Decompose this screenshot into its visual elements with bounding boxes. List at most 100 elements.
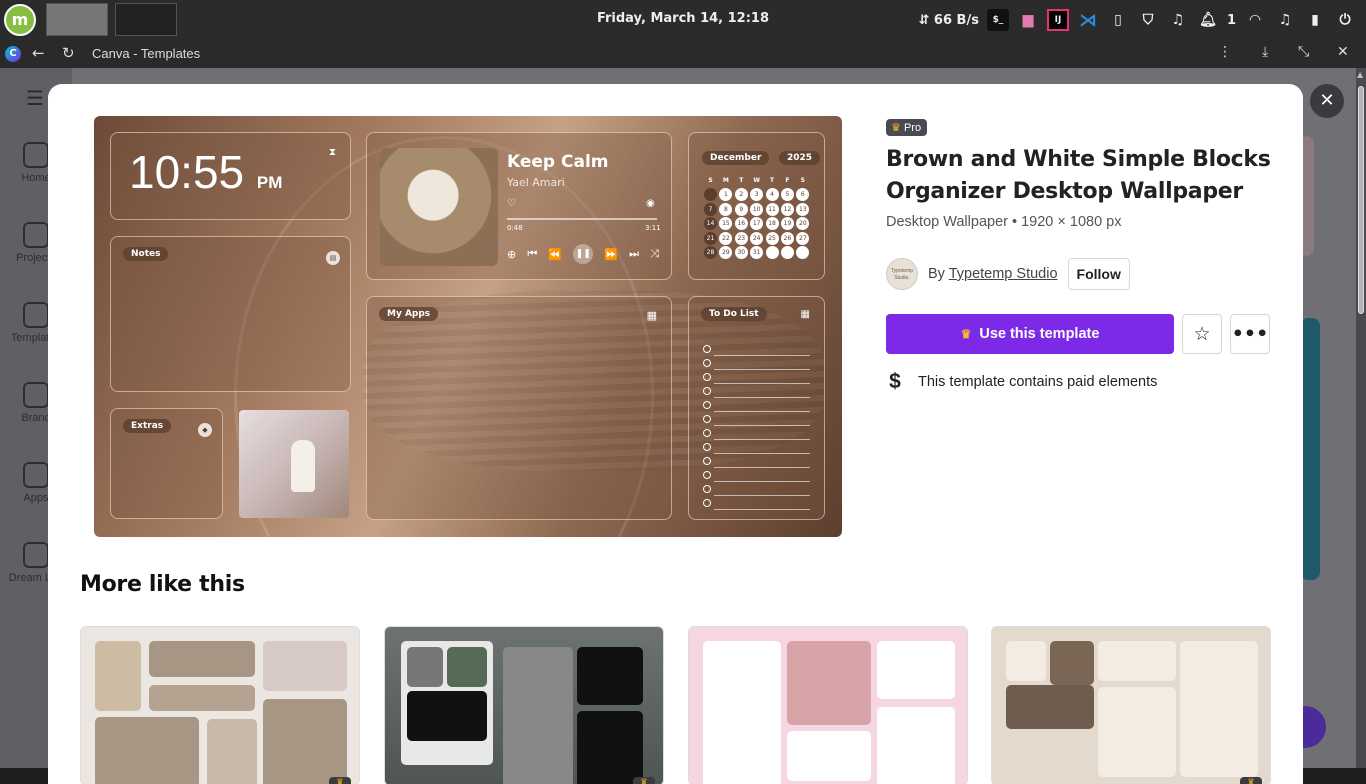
calendar-day: 18 [765, 217, 779, 231]
use-template-button[interactable]: ♛ Use this template [886, 314, 1174, 354]
crown-icon: ♛ [891, 122, 901, 134]
pause-icon: ❚❚ [573, 244, 594, 264]
back-icon[interactable]: ← [32, 44, 45, 62]
restore-icon[interactable]: ⤡ [1298, 44, 1309, 60]
preview-song-title: Keep Calm [507, 152, 609, 172]
calendar-day: 15 [719, 217, 733, 231]
calendar-day: 9 [734, 202, 748, 216]
preview-calendar-grid: S M T W T F S 1 2 3 4 5 6 7 8 9 10 11 12 13 14 15 16 17 18 19 20 21… [704, 174, 812, 259]
preview-player-controls: ⊕ ⏮ ⏪ ❚❚ ⏩ ⏭ ⤨ [507, 244, 659, 264]
author-row: Typetemp Studio. By Typetemp Studio Foll… [886, 258, 1286, 290]
calendar-day: 11 [765, 202, 779, 216]
calendar-day: 29 [719, 245, 733, 259]
pro-crown-icon: ♛ [633, 777, 655, 784]
preview-headphones-photo [380, 148, 498, 266]
close-modal-button[interactable]: ✕ [1310, 84, 1344, 118]
calendar-day: 21 [704, 231, 717, 245]
calendar-day: 7 [704, 202, 717, 216]
dream-lab-icon [23, 542, 49, 568]
skip-forward-icon: ⏭ [629, 247, 640, 260]
dollar-icon: $ [889, 370, 901, 393]
todo-line [703, 398, 810, 412]
preview-photo [239, 410, 349, 518]
calendar-weekday: S [800, 177, 805, 184]
calendar-day: 2 [734, 188, 748, 202]
preview-year: 2025 [779, 151, 821, 165]
calendar-weekday: T [770, 177, 775, 184]
preview-elapsed: 0:48 [507, 224, 523, 232]
wifi-icon[interactable]: ◠ [1244, 9, 1266, 31]
todo-line [703, 440, 810, 454]
fast-forward-icon: ⏩ [604, 247, 619, 261]
terminal-icon[interactable]: $_ [986, 9, 1009, 31]
preview-ampm: PM [256, 173, 283, 192]
follow-button[interactable]: Follow [1067, 258, 1130, 290]
scrollbar-thumb[interactable] [1358, 86, 1364, 314]
hamburger-icon[interactable]: ☰ [26, 86, 44, 110]
notification-count: 1 [1226, 12, 1236, 28]
clipboard-icon[interactable]: ▯ [1107, 9, 1129, 31]
pro-crown-icon: ♛ [1240, 777, 1262, 784]
calendar-day: 26 [780, 231, 794, 245]
related-template-card[interactable] [688, 626, 968, 784]
calendar-day: 3 [750, 188, 764, 202]
todo-line [703, 356, 810, 370]
calendar-day: 17 [750, 217, 764, 231]
calendar-day: 19 [780, 217, 794, 231]
preview-clock-block: 10:55 PM ⧗ [110, 132, 351, 220]
calendar-day: 6 [796, 188, 810, 202]
calendar-day: 20 [796, 217, 810, 231]
audio-icon[interactable]: ♫ [1274, 9, 1296, 31]
preview-progress [507, 218, 657, 220]
folder-icon[interactable]: ▆ [1017, 9, 1039, 31]
grid-icon: ▦ [646, 309, 657, 322]
template-modal: 10:55 PM ⧗ Notes ▤ Extras ◆ Keep Calm Ya… [48, 84, 1303, 784]
calendar-day: 8 [719, 202, 733, 216]
shuffle-icon: ⤨ [650, 247, 659, 260]
shield-icon[interactable]: ⛉ [1137, 9, 1159, 31]
preview-todo-label: To Do List [701, 307, 767, 321]
music-icon[interactable]: ♫ [1167, 9, 1189, 31]
related-template-card[interactable]: ♛ [80, 626, 360, 784]
star-icon: ☆ [1193, 323, 1211, 345]
power-icon[interactable]: ⏻ [1334, 9, 1356, 31]
close-icon: ✕ [1319, 90, 1335, 111]
more-options-button[interactable]: ••• [1230, 314, 1270, 354]
download-icon[interactable]: ⤓ [1262, 44, 1268, 60]
calendar-weekday: W [753, 177, 760, 184]
template-preview-image[interactable]: 10:55 PM ⧗ Notes ▤ Extras ◆ Keep Calm Ya… [94, 116, 842, 537]
favorite-button[interactable]: ☆ [1182, 314, 1222, 354]
close-window-icon[interactable]: ✕ [1337, 44, 1349, 60]
calendar-icon: ▦ [800, 309, 810, 320]
calendar-day [704, 188, 717, 202]
calendar-day [765, 245, 779, 259]
calendar-day: 13 [796, 202, 810, 216]
apps-icon [23, 462, 49, 488]
reload-icon[interactable]: ↻ [62, 44, 75, 62]
vscode-icon[interactable]: ⋊ [1077, 9, 1099, 31]
scroll-up-icon[interactable]: ▲ [1357, 70, 1363, 79]
template-subtitle: Desktop Wallpaper • 1920 × 1080 px [886, 214, 1122, 230]
notification-icon[interactable]: 🔔︎ [1197, 9, 1219, 31]
preview-extras-block: Extras ◆ [110, 408, 223, 519]
todo-line [703, 412, 810, 426]
author-avatar[interactable]: Typetemp Studio. [886, 258, 918, 290]
page-scrollbar[interactable]: ▲ [1356, 68, 1366, 768]
calendar-weekday: S [708, 177, 713, 184]
preview-notes-block: Notes ▤ [110, 236, 351, 392]
kebab-menu-icon[interactable]: ⋮ [1218, 44, 1232, 60]
calendar-day: 28 [704, 245, 717, 259]
todo-line [703, 426, 810, 440]
author-link[interactable]: Typetemp Studio [949, 266, 1058, 282]
battery-icon[interactable]: ▮ [1304, 9, 1326, 31]
pro-badge: ♛ Pro [886, 119, 928, 136]
related-template-card[interactable]: ♛ [384, 626, 664, 784]
calendar-day: 10 [750, 202, 764, 216]
calendar-day: 30 [734, 245, 748, 259]
pro-crown-icon: ♛ [329, 777, 351, 784]
canva-favicon-icon: C [5, 46, 21, 62]
preview-apps-block: My Apps ▦ [366, 296, 672, 520]
related-template-card[interactable]: ♛ [991, 626, 1271, 784]
calendar-weekday: T [739, 177, 744, 184]
intellij-icon[interactable]: IJ [1046, 9, 1069, 31]
